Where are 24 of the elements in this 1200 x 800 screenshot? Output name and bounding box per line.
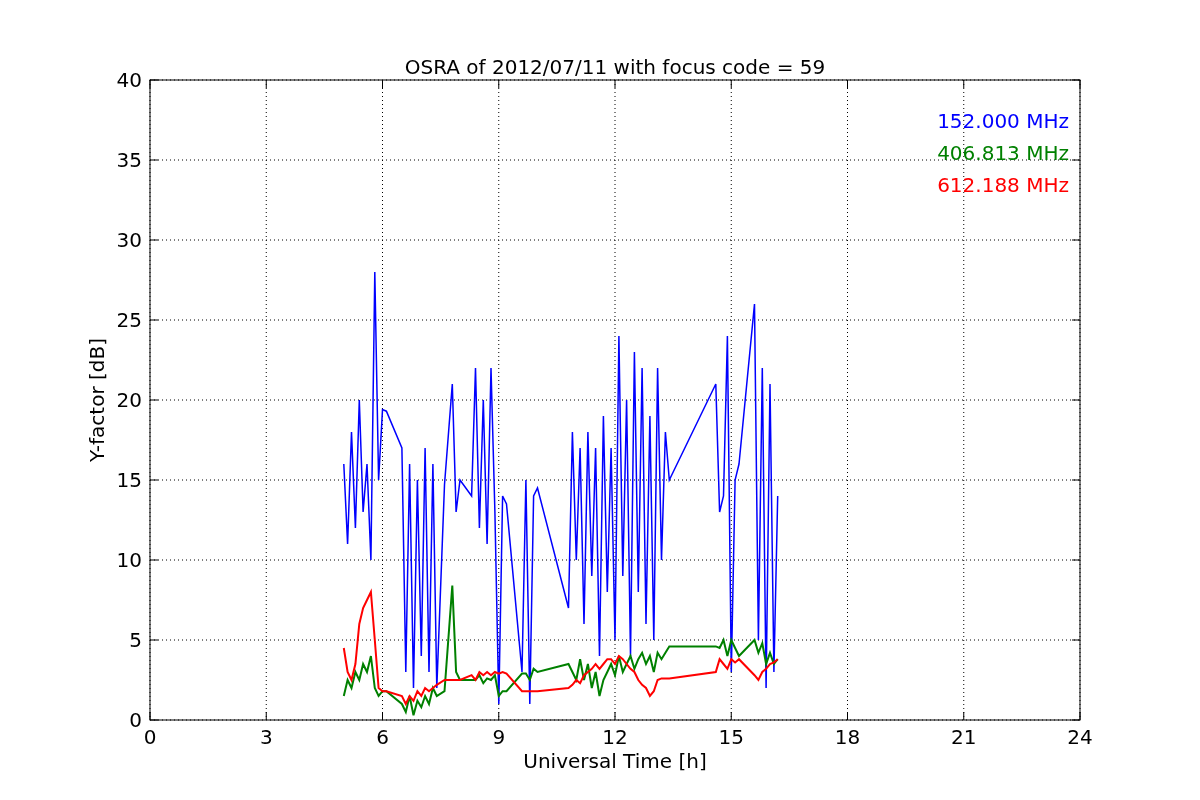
tick-label: 30: [116, 228, 142, 252]
tick-label: 18: [834, 725, 861, 749]
tick-label: 40: [116, 68, 142, 92]
chart-title: OSRA of 2012/07/11 with focus code = 59: [404, 55, 826, 79]
legend-label: 406.813 MHz: [937, 141, 1069, 165]
legend-label: 152.000 MHz: [937, 109, 1069, 133]
legend-label: 612.188 MHz: [937, 173, 1069, 197]
tick-label: 10: [116, 548, 142, 572]
tick-label: 12: [602, 725, 628, 749]
tick-label: 24: [1067, 725, 1093, 749]
tick-label: 6: [376, 725, 389, 749]
tick-label: 5: [129, 628, 142, 652]
y-axis-label: Y-factor [dB]: [85, 338, 109, 462]
x-axis-label: Universal Time [h]: [523, 749, 707, 773]
tick-label: 20: [116, 388, 142, 412]
tick-label: 35: [116, 148, 142, 172]
tick-label: 21: [951, 725, 977, 749]
tick-label: 15: [116, 468, 142, 492]
tick-label: 0: [129, 708, 142, 732]
tick-label: 9: [492, 725, 506, 749]
tick-label: 25: [116, 308, 142, 332]
tick-label: 0: [143, 725, 157, 749]
tick-label: 15: [718, 725, 744, 749]
tick-label: 3: [259, 725, 273, 749]
